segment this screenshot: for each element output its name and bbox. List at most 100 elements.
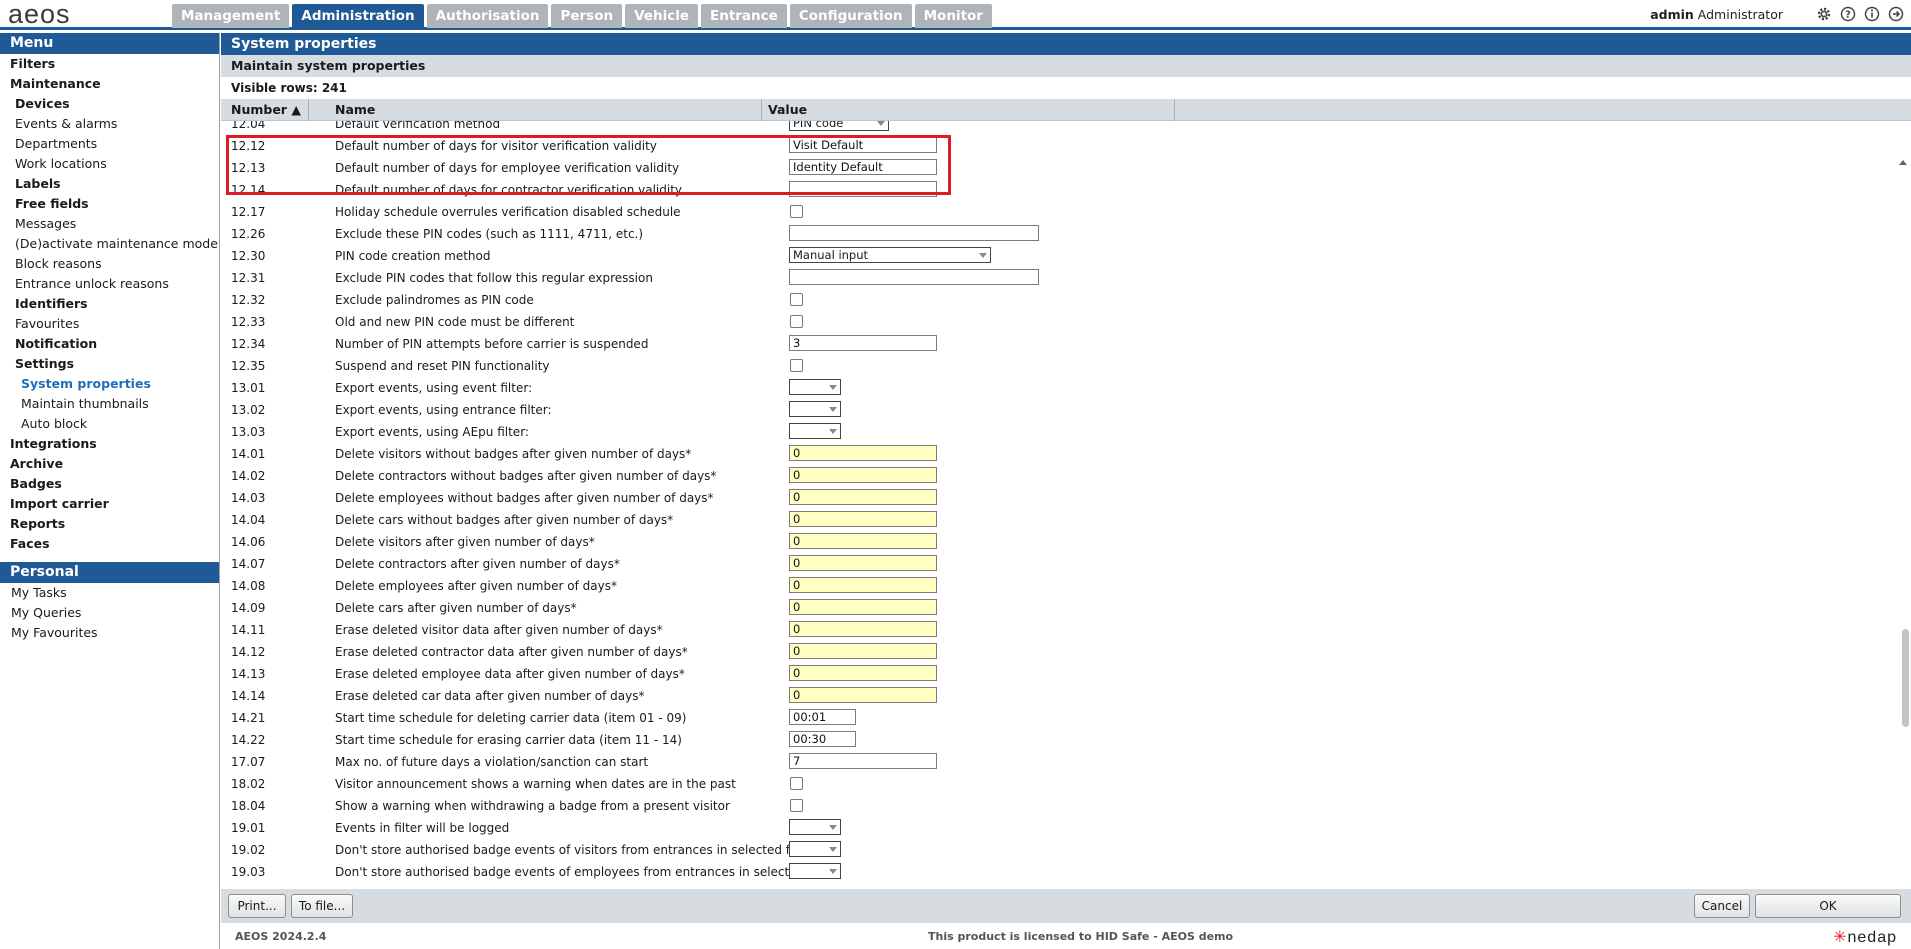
tab-vehicle[interactable]: Vehicle bbox=[625, 4, 698, 28]
tab-entrance[interactable]: Entrance bbox=[700, 4, 787, 28]
property-input[interactable]: 0 bbox=[789, 577, 937, 593]
sidebar-item-work-locations[interactable]: Work locations bbox=[0, 154, 219, 174]
sidebar-item-free-fields[interactable]: Free fields bbox=[0, 194, 219, 214]
sidebar-item-my-queries[interactable]: My Queries bbox=[0, 603, 219, 623]
tab-administration[interactable]: Administration bbox=[292, 4, 424, 28]
property-input[interactable]: 0 bbox=[789, 445, 937, 461]
help-icon[interactable]: ? bbox=[1839, 5, 1857, 23]
column-number[interactable]: Number ▲ bbox=[221, 99, 309, 121]
sidebar-item-reports[interactable]: Reports bbox=[0, 514, 219, 534]
sidebar-item-devices[interactable]: Devices bbox=[0, 94, 219, 114]
sidebar-item-favourites[interactable]: Favourites bbox=[0, 314, 219, 334]
scroll-thumb[interactable] bbox=[1902, 629, 1909, 727]
sidebar-item-auto-block[interactable]: Auto block bbox=[0, 414, 219, 434]
sidebar-item-maintain-thumbnails[interactable]: Maintain thumbnails bbox=[0, 394, 219, 414]
property-select[interactable]: Manual input bbox=[789, 247, 991, 263]
property-checkbox[interactable] bbox=[790, 293, 803, 306]
property-select[interactable]: PIN code bbox=[789, 121, 889, 131]
property-input[interactable]: 0 bbox=[789, 511, 937, 527]
personal-header: Personal bbox=[0, 562, 219, 583]
sidebar-item-settings[interactable]: Settings bbox=[0, 354, 219, 374]
property-number: 14.22 bbox=[231, 733, 266, 747]
sidebar-item-events-alarms[interactable]: Events & alarms bbox=[0, 114, 219, 134]
property-number: 18.04 bbox=[231, 799, 266, 813]
to-file-button[interactable]: To file... bbox=[291, 894, 353, 918]
tab-person[interactable]: Person bbox=[551, 4, 623, 28]
property-number: 12.14 bbox=[231, 183, 266, 197]
property-input[interactable]: 3 bbox=[789, 335, 937, 351]
sidebar-item-system-properties[interactable]: System properties bbox=[0, 374, 219, 394]
property-select[interactable] bbox=[789, 863, 841, 879]
sidebar-item-identifiers[interactable]: Identifiers bbox=[0, 294, 219, 314]
property-input[interactable]: 0 bbox=[789, 687, 937, 703]
column-name[interactable]: Name bbox=[309, 99, 762, 121]
property-input[interactable]: Visit Default bbox=[789, 137, 937, 153]
sidebar-item-integrations[interactable]: Integrations bbox=[0, 434, 219, 454]
property-select[interactable] bbox=[789, 401, 841, 417]
sidebar-item-labels[interactable]: Labels bbox=[0, 174, 219, 194]
property-checkbox[interactable] bbox=[790, 315, 803, 328]
info-icon[interactable] bbox=[1863, 5, 1881, 23]
gear-icon[interactable] bbox=[1815, 5, 1833, 23]
property-input[interactable]: Identity Default bbox=[789, 159, 937, 175]
property-input[interactable]: 0 bbox=[789, 489, 937, 505]
sidebar-item-messages[interactable]: Messages bbox=[0, 214, 219, 234]
property-name: Exclude these PIN codes (such as 1111, 4… bbox=[335, 227, 644, 241]
property-input[interactable]: 7 bbox=[789, 753, 937, 769]
sidebar-item-notification[interactable]: Notification bbox=[0, 334, 219, 354]
ok-button[interactable]: OK bbox=[1755, 894, 1901, 918]
scroll-up-arrow[interactable] bbox=[1899, 160, 1907, 165]
sidebar-item-faces[interactable]: Faces bbox=[0, 534, 219, 554]
sidebar-item-my-tasks[interactable]: My Tasks bbox=[0, 583, 219, 603]
sidebar-item-de-activate-maintenance-mode[interactable]: (De)activate maintenance mode bbox=[0, 234, 219, 254]
property-input[interactable]: 00:30 bbox=[789, 731, 856, 747]
property-select[interactable] bbox=[789, 379, 841, 395]
sidebar-item-archive[interactable]: Archive bbox=[0, 454, 219, 474]
property-input[interactable]: 0 bbox=[789, 665, 937, 681]
menu-list: Filters Maintenance Devices Events & alarms… bbox=[0, 54, 219, 554]
tab-management[interactable]: Management bbox=[172, 4, 290, 28]
user-info: admin Administrator bbox=[1650, 7, 1783, 22]
property-input[interactable]: 0 bbox=[789, 467, 937, 483]
property-input[interactable] bbox=[789, 181, 937, 197]
svg-text:?: ? bbox=[1845, 10, 1851, 21]
property-select[interactable] bbox=[789, 819, 841, 835]
tab-configuration[interactable]: Configuration bbox=[789, 4, 912, 28]
tab-authorisation[interactable]: Authorisation bbox=[426, 4, 549, 28]
sidebar-item-my-favourites[interactable]: My Favourites bbox=[0, 623, 219, 643]
property-input[interactable]: 0 bbox=[789, 533, 937, 549]
property-number: 12.26 bbox=[231, 227, 266, 241]
property-input[interactable]: 0 bbox=[789, 599, 937, 615]
sidebar-item-filters[interactable]: Filters bbox=[0, 54, 219, 74]
property-checkbox[interactable] bbox=[790, 205, 803, 218]
sidebar-item-maintenance[interactable]: Maintenance bbox=[0, 74, 219, 94]
property-input[interactable] bbox=[789, 269, 1039, 285]
property-input[interactable]: 00:01 bbox=[789, 709, 856, 725]
property-select[interactable] bbox=[789, 841, 841, 857]
property-input[interactable]: 0 bbox=[789, 643, 937, 659]
table-scrollbar[interactable] bbox=[1897, 157, 1911, 917]
property-checkbox[interactable] bbox=[790, 777, 803, 790]
tab-monitor[interactable]: Monitor bbox=[914, 4, 992, 28]
property-checkbox[interactable] bbox=[790, 359, 803, 372]
property-input[interactable] bbox=[789, 225, 1039, 241]
print-button[interactable]: Print... bbox=[228, 894, 286, 918]
cancel-button[interactable]: Cancel bbox=[1694, 894, 1750, 918]
property-input[interactable]: 0 bbox=[789, 621, 937, 637]
property-number: 13.03 bbox=[231, 425, 266, 439]
sidebar-item-import-carrier[interactable]: Import carrier bbox=[0, 494, 219, 514]
sidebar-item-departments[interactable]: Departments bbox=[0, 134, 219, 154]
chevron-down-icon bbox=[877, 121, 885, 126]
property-checkbox[interactable] bbox=[790, 799, 803, 812]
column-value[interactable]: Value bbox=[762, 99, 1175, 121]
logout-icon[interactable] bbox=[1887, 5, 1905, 23]
property-select[interactable] bbox=[789, 423, 841, 439]
table-row: 12.35 Suspend and reset PIN functionality bbox=[221, 355, 1901, 377]
sidebar-item-entrance-unlock-reasons[interactable]: Entrance unlock reasons bbox=[0, 274, 219, 294]
sidebar-item-badges[interactable]: Badges bbox=[0, 474, 219, 494]
sidebar-item-block-reasons[interactable]: Block reasons bbox=[0, 254, 219, 274]
property-name: Erase deleted employee data after given … bbox=[335, 667, 685, 681]
property-name: Holiday schedule overrules verification … bbox=[335, 205, 681, 219]
license-text: This product is licensed to HID Safe - A… bbox=[928, 930, 1234, 943]
property-input[interactable]: 0 bbox=[789, 555, 937, 571]
